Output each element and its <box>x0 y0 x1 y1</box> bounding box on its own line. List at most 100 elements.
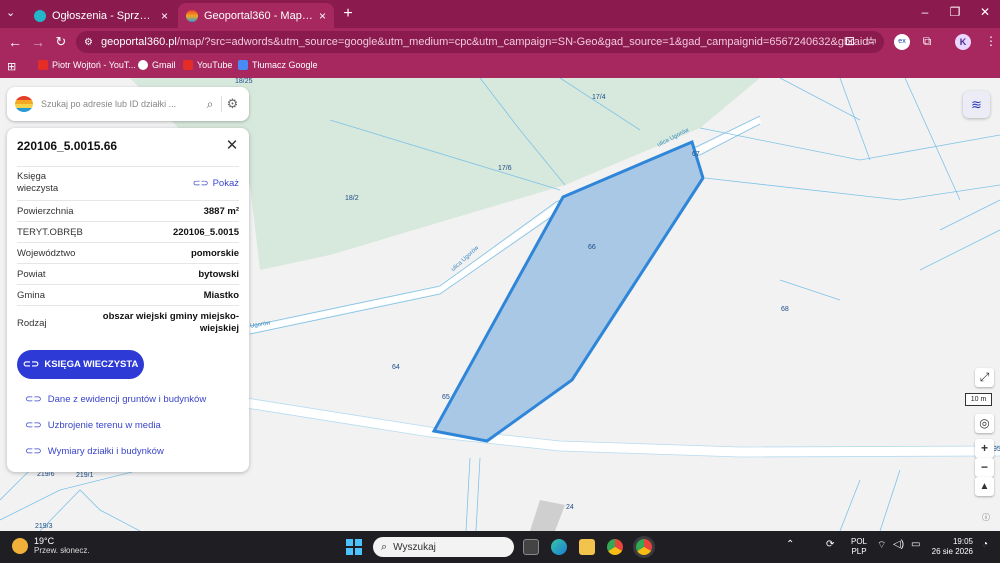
search-icon: ⌕ <box>381 540 388 553</box>
update-icon[interactable]: ⟳ <box>826 539 834 550</box>
translate-icon <box>238 60 248 70</box>
tray-chevron-icon[interactable]: ⌃ <box>786 539 794 550</box>
locate-icon[interactable]: ◎ <box>975 414 994 433</box>
install-app-icon[interactable]: ⊡ <box>841 34 859 48</box>
task-view-icon[interactable] <box>523 539 539 555</box>
plot-label: 17/4 <box>592 94 606 101</box>
bookmark-star-icon[interactable]: ☆ <box>862 34 880 48</box>
tab-title: Geoportal360 - Mapa Interakty <box>204 9 313 22</box>
speaker-icon[interactable]: ◁) <box>893 539 904 550</box>
compass-north-icon[interactable]: ▲ <box>975 477 994 496</box>
row-key: Gmina <box>17 289 45 301</box>
geoportal-logo[interactable] <box>15 96 33 112</box>
row-key: Rodzaj <box>17 317 47 329</box>
plot-label: 68 <box>781 306 789 313</box>
tab-strip: ⌄ Ogłoszenia - Sprzedam, kupię × Geoport… <box>0 0 1000 28</box>
back-icon[interactable]: ← <box>5 34 25 50</box>
menu-kebab-icon[interactable]: ⋮ <box>982 34 1000 48</box>
layers-icon[interactable]: ≋ <box>963 91 990 118</box>
row-key: Województwo <box>17 247 76 259</box>
apps-grid-icon[interactable]: ⊞ <box>7 60 16 73</box>
battery-icon[interactable]: ▭ <box>911 539 920 550</box>
link-icon: ⊂⊃ <box>25 394 42 405</box>
search-box: Szukaj po adresie lub ID działki ... ⌕ ⚙ <box>7 87 249 121</box>
scale-bar: 10 m <box>965 393 992 406</box>
settings-gear-icon[interactable]: ⚙ <box>221 96 243 112</box>
chrome-icon[interactable] <box>607 539 623 555</box>
chrome-active-icon[interactable] <box>636 539 652 555</box>
link-icon: ⊂⊃ <box>25 446 42 457</box>
ksiega-wieczysta-button[interactable]: ⊂⊃ KSIĘGA WIECZYSTA <box>17 350 144 379</box>
notifications-icon[interactable]: ◔ <box>982 539 988 550</box>
link-dane-ewidencji[interactable]: ⊂⊃ Dane z ewidencji gruntów i budynków <box>25 394 206 405</box>
row-key: Powiat <box>17 268 46 280</box>
bookmark-translate[interactable]: Tłumacz Google <box>238 60 318 70</box>
youtube-icon <box>183 60 193 70</box>
row-value: bytowski <box>198 268 239 280</box>
bookmark-gmail[interactable]: Gmail <box>138 60 176 70</box>
main-road <box>239 397 1000 457</box>
row-key: Księga wieczysta <box>17 171 59 194</box>
weather-description: Przew. słonecz. <box>34 546 90 555</box>
language-indicator[interactable]: POL PLP <box>851 537 867 557</box>
info-icon[interactable]: ⓘ <box>982 512 990 523</box>
extension-icon[interactable]: ex <box>894 34 910 50</box>
taskbar-search[interactable]: ⌕ Wyszukaj <box>373 537 514 557</box>
tab-geoportal[interactable]: Geoportal360 - Mapa Interakty × <box>178 3 334 28</box>
address-bar[interactable]: ⚙ geoportal360.pl/map/?src=adwords&utm_s… <box>76 31 884 53</box>
profile-avatar[interactable]: K <box>955 34 971 50</box>
row-value: obszar wiejski gminy miejsko-wiejskiej <box>102 311 239 334</box>
show-kw-link[interactable]: ⊂⊃ Pokaż <box>193 178 239 189</box>
search-input[interactable]: Szukaj po adresie lub ID działki ... <box>41 99 199 109</box>
row-gmina: Gmina Miastko <box>17 284 239 305</box>
close-window-icon[interactable]: ✕ <box>975 5 995 19</box>
site-info-icon[interactable]: ⚙ <box>84 37 93 48</box>
tab-search-chevron-icon[interactable]: ⌄ <box>6 6 15 19</box>
file-explorer-icon[interactable] <box>579 539 595 555</box>
temperature: 19°C <box>34 536 55 546</box>
row-value: pomorskie <box>190 247 239 259</box>
edge-icon[interactable] <box>551 539 567 555</box>
plot-label: 18/2 <box>345 195 359 202</box>
link-wymiary-dzialki[interactable]: ⊂⊃ Wymiary działki i budynków <box>25 446 164 457</box>
zoom-out-button[interactable]: − <box>975 458 994 477</box>
weather-sun-icon <box>12 537 28 554</box>
plot-label: 65 <box>442 394 450 401</box>
bookmark-youtube-channel[interactable]: Piotr Wojtoń - YouT... <box>38 60 136 70</box>
tab-title: Ogłoszenia - Sprzedam, kupię <box>52 9 155 22</box>
close-icon[interactable]: ✕ <box>223 136 241 154</box>
row-value: 220106_5.0015 <box>172 226 239 238</box>
minimize-icon[interactable]: – <box>915 5 935 19</box>
geoportal-favicon-icon <box>186 9 198 22</box>
building <box>530 500 565 531</box>
row-powierzchnia: Powierzchnia 3887 m² <box>17 200 239 221</box>
extensions-puzzle-icon[interactable]: ⧉ <box>918 34 936 49</box>
fullscreen-icon[interactable]: ⤢ <box>975 368 994 387</box>
restore-icon[interactable]: ❐ <box>945 5 965 19</box>
link-icon: ⊂⊃ <box>25 420 42 431</box>
link-uzbrojenie-terenu[interactable]: ⊂⊃ Uzbrojenie terenu w media <box>25 420 161 431</box>
close-tab-icon[interactable]: × <box>319 9 326 23</box>
browser-toolbar: ← → ↻ ⚙ geoportal360.pl/map/?src=adwords… <box>0 28 1000 56</box>
zoom-in-button[interactable]: + <box>975 439 994 458</box>
reload-icon[interactable]: ↻ <box>51 34 71 50</box>
plot-label: 219/1 <box>76 472 94 479</box>
close-tab-icon[interactable]: × <box>161 9 168 23</box>
windows-start-icon[interactable] <box>346 539 362 555</box>
tab-ogloszenia[interactable]: Ogłoszenia - Sprzedam, kupię × <box>26 3 176 28</box>
youtube-icon <box>38 60 48 70</box>
search-icon[interactable]: ⌕ <box>199 97 221 112</box>
clock[interactable]: 19:05 26 sie 2026 <box>929 537 973 557</box>
bookmark-youtube[interactable]: YouTube <box>183 60 232 70</box>
url-text: geoportal360.pl/map/?src=adwords&utm_sou… <box>100 36 876 48</box>
new-tab-button[interactable]: + <box>338 5 358 23</box>
weather-widget[interactable]: 19°C Przew. słonecz. <box>12 536 90 555</box>
plot-label: 66 <box>588 244 596 251</box>
plot-label: 95 <box>993 446 1000 453</box>
link-icon: ⊂⊃ <box>192 177 209 189</box>
plot-label: 219/3 <box>35 523 53 530</box>
plot-label: 219/6 <box>37 471 55 478</box>
wifi-icon[interactable]: ⌔ <box>877 539 886 552</box>
forward-icon[interactable]: → <box>28 34 48 50</box>
row-rodzaj: Rodzaj obszar wiejski gminy miejsko-wiej… <box>17 305 239 340</box>
